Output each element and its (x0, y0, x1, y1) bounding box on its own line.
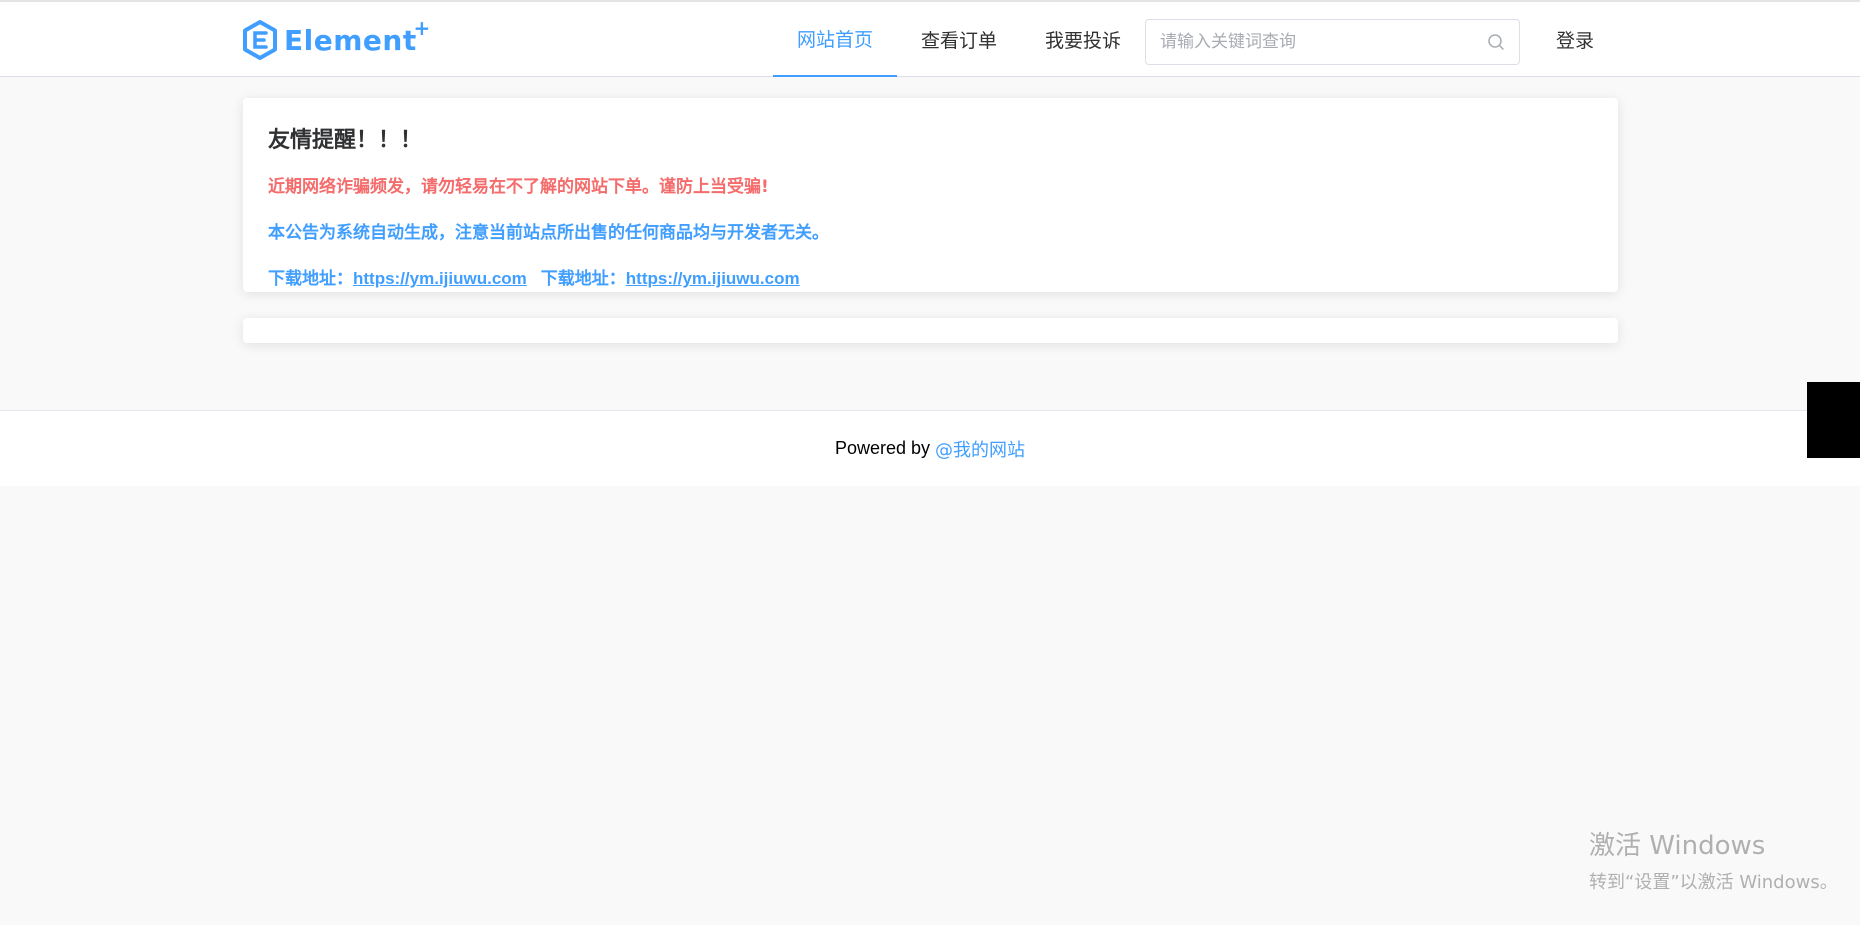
element-logo-icon (243, 20, 277, 60)
watermark-subtitle: 转到“设置”以激活 Windows。 (1589, 872, 1838, 893)
notice-card: 友情提醒！！！ 近期网络诈骗频发，请勿轻易在不了解的网站下单。谨防上当受骗! 本… (243, 98, 1618, 292)
footer-text: Powered by (834, 438, 931, 458)
download-label: 下载地址： (540, 269, 626, 289)
search-box (1145, 19, 1520, 65)
download-label: 下载地址： (268, 269, 353, 289)
nav-item-orders[interactable]: 查看订单 (897, 2, 1021, 77)
notice-title: 友情提醒！！！ (268, 128, 423, 153)
content-card (243, 318, 1618, 343)
brand-name: Element + (284, 15, 431, 57)
top-header: Element+ 网站首页 查看订单 我要投诉 登录 (0, 0, 1860, 77)
download-link[interactable]: https://ym.ijiuwu.com (626, 269, 800, 288)
notice-info: 本公告为系统自动生成，注意当前站点所出售的任何商品均与开发者无关。 (268, 223, 829, 243)
footer-link[interactable]: @我的网站 (935, 436, 1025, 462)
login-link[interactable]: 登录 (1556, 26, 1594, 53)
search-icon[interactable] (1487, 33, 1505, 51)
download-links: 下载地址：https://ym.ijiuwu.com 下载地址：https://… (268, 264, 1593, 289)
notice-warning: 近期网络诈骗频发，请勿轻易在不了解的网站下单。谨防上当受骗! (268, 177, 769, 197)
download-item: 下载地址：https://ym.ijiuwu.com (268, 264, 527, 289)
download-item: 下载地址：https://ym.ijiuwu.com (541, 264, 800, 289)
main-nav: 网站首页 查看订单 我要投诉 (773, 2, 1145, 77)
watermark-title: 激活 Windows (1589, 831, 1766, 861)
nav-item-home[interactable]: 网站首页 (773, 2, 898, 77)
brand-plus: + (413, 15, 431, 40)
download-link[interactable]: https://ym.ijiuwu.com (353, 269, 527, 288)
brand-logo[interactable]: Element + (242, 15, 431, 62)
floating-side-widget[interactable] (1807, 382, 1860, 458)
search-input[interactable] (1146, 20, 1466, 64)
page-footer: Powered by @我的网站 (0, 410, 1860, 486)
nav-item-complaint[interactable]: 我要投诉 (1021, 2, 1145, 77)
windows-activation-watermark: 激活 Windows 转到“设置”以激活 Windows。 (1589, 825, 1838, 894)
